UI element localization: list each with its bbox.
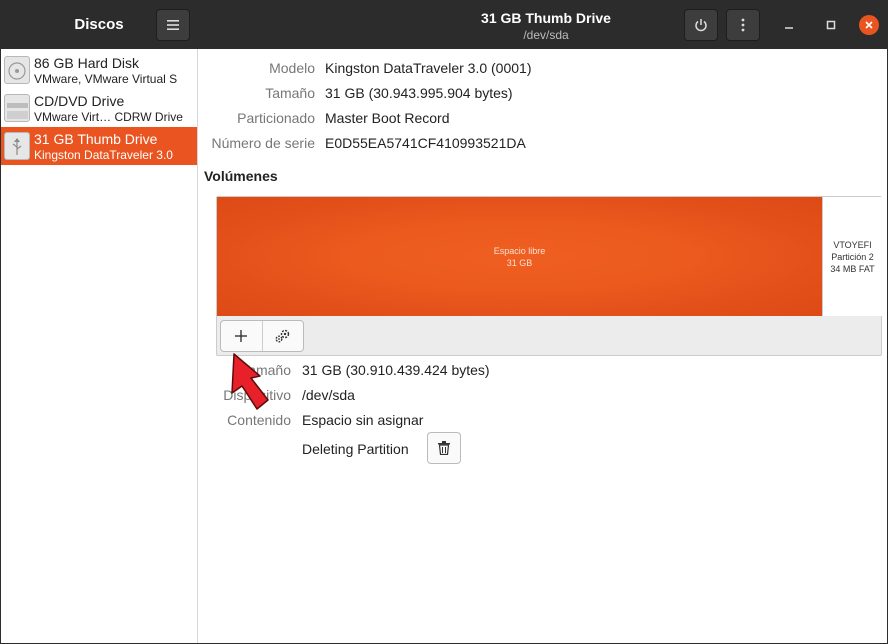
disks-window: Discos 31 GB Thumb Drive /dev/sda 86 GB … [0, 0, 888, 644]
volume-partition-2[interactable]: VTOYEFI Partición 2 34 MB FAT [822, 197, 882, 316]
minimize-icon [785, 27, 793, 29]
close-icon [865, 21, 873, 29]
kebab-menu-icon [741, 18, 745, 32]
titlebar: Discos 31 GB Thumb Drive /dev/sda [1, 1, 887, 49]
close-button[interactable] [859, 15, 879, 35]
optical-drive-icon [4, 94, 30, 122]
tamano-value: 31 GB (30.943.995.904 bytes) [325, 85, 513, 101]
partition-settings-button[interactable] [261, 321, 303, 351]
create-partition-button[interactable] [221, 321, 262, 351]
trash-icon [438, 441, 450, 455]
disk-name: 31 GB Thumb Drive [34, 131, 158, 147]
serie-label: Número de serie [211, 135, 316, 151]
power-off-button[interactable] [684, 9, 718, 41]
disk-list: 86 GB Hard Disk VMware, VMware Virtual S… [1, 49, 198, 643]
drive-details: Modelo Kingston DataTraveler 3.0 (0001) … [199, 49, 887, 643]
hard-disk-icon [4, 56, 30, 84]
vol-contenido-value: Espacio sin asignar [302, 412, 424, 428]
maximize-button[interactable] [821, 15, 841, 35]
particionado-value: Master Boot Record [325, 110, 450, 126]
vol-contenido-label: Contenido [227, 412, 291, 428]
partition-size: 34 MB FAT [830, 263, 875, 274]
tamano-label: Tamaño [265, 85, 315, 101]
volume-map: Espacio libre 31 GB VTOYEFI Partición 2 … [216, 196, 882, 356]
disk-model: Kingston DataTraveler 3.0 [34, 148, 173, 162]
gears-icon [275, 329, 290, 343]
drive-options-button[interactable] [726, 9, 760, 41]
disk-model: VMware, VMware Virtual S [34, 72, 178, 86]
serie-value: E0D55EA5741CF410993521DA [325, 135, 526, 151]
minimize-button[interactable] [779, 15, 799, 35]
disk-path: /dev/sda [523, 28, 569, 42]
annotation-arrow-icon [231, 353, 269, 410]
partition-label: Partición 2 [831, 251, 874, 262]
modelo-label: Modelo [269, 60, 315, 76]
job-status-text: Deleting Partition [302, 441, 409, 457]
usb-drive-icon [4, 132, 30, 160]
disk-model: VMware Virt… CDRW Drive [34, 110, 183, 124]
volume-toolbar [220, 320, 304, 352]
volumes-title: Volúmenes [204, 168, 278, 184]
disk-name: CD/DVD Drive [34, 93, 125, 109]
free-space-size: 31 GB [506, 257, 533, 268]
cancel-job-button[interactable] [427, 432, 461, 464]
modelo-value: Kingston DataTraveler 3.0 (0001) [325, 60, 532, 76]
plus-icon [235, 330, 248, 342]
disk-item-thumb-drive[interactable]: 31 GB Thumb Drive Kingston DataTraveler … [1, 127, 197, 165]
maximize-icon [826, 20, 836, 30]
particionado-label: Particionado [237, 110, 315, 126]
power-icon [695, 19, 707, 32]
vol-tamano-value: 31 GB (30.910.439.424 bytes) [302, 362, 490, 378]
hamburger-icon [167, 20, 179, 30]
hamburger-menu-button[interactable] [156, 9, 190, 41]
vol-dispositivo-value: /dev/sda [302, 387, 355, 403]
free-space-label: Espacio libre [493, 245, 546, 256]
partition-name: VTOYEFI [833, 239, 872, 250]
disk-name: 86 GB Hard Disk [34, 55, 140, 71]
disk-title: 31 GB Thumb Drive [481, 10, 611, 26]
disk-item-hard-disk[interactable]: 86 GB Hard Disk VMware, VMware Virtual S [1, 51, 197, 89]
window-title: 31 GB Thumb Drive /dev/sda [441, 10, 651, 42]
volume-free-space[interactable]: Espacio libre 31 GB [217, 197, 822, 316]
disk-item-cd-dvd[interactable]: CD/DVD Drive VMware Virt… CDRW Drive [1, 89, 197, 127]
